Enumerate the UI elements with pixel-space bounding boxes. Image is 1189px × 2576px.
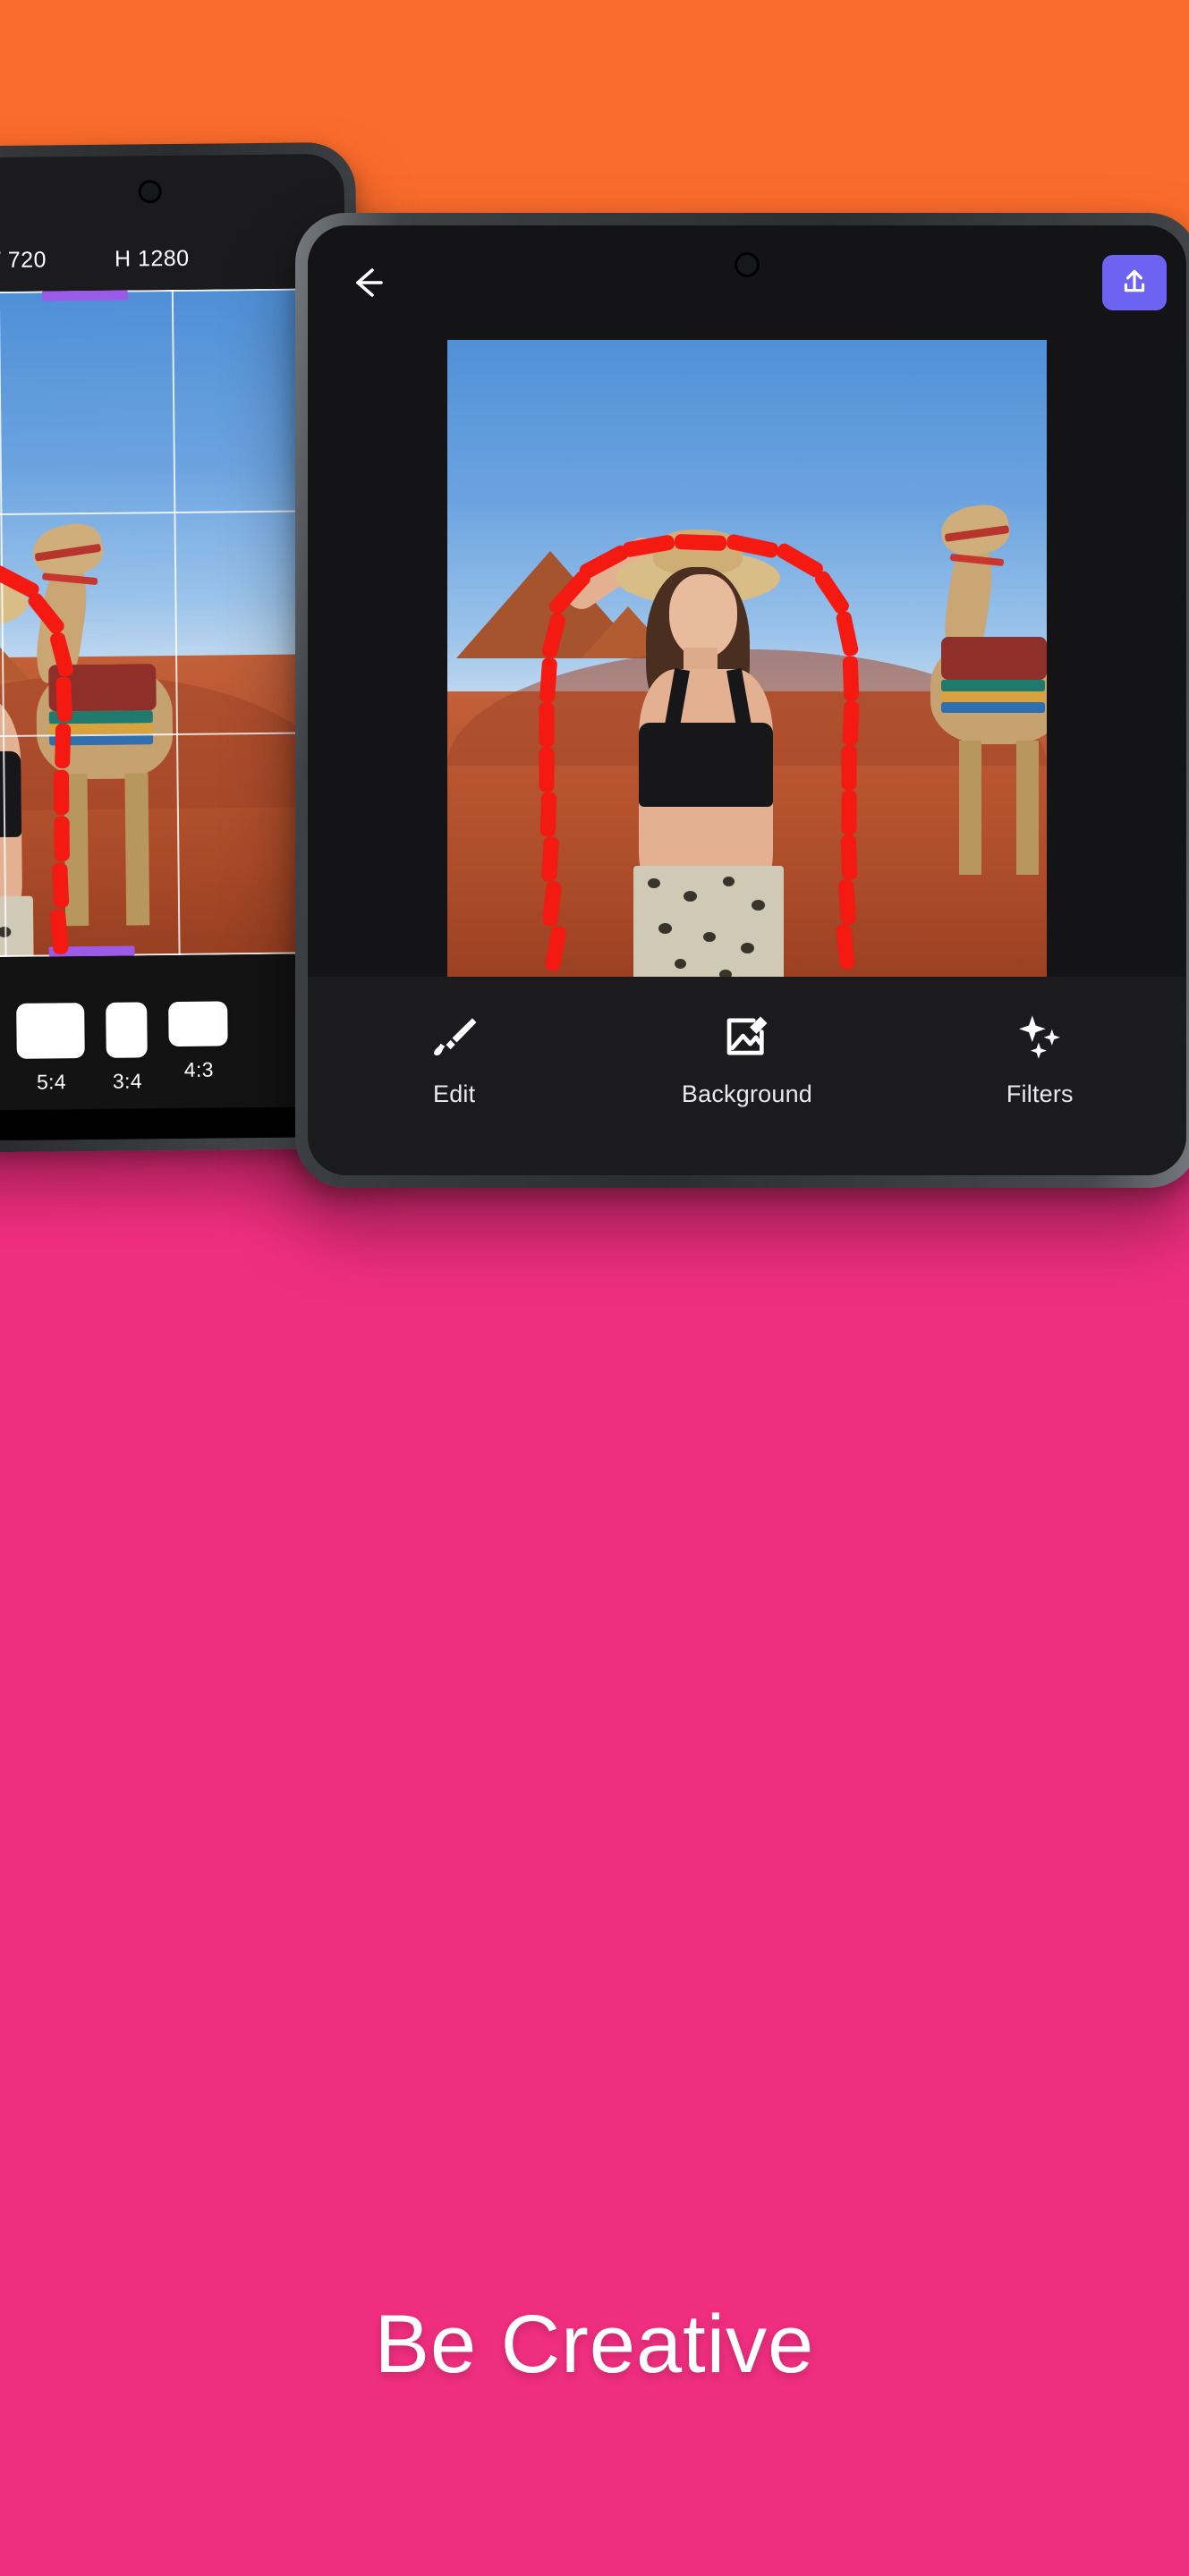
- front-phone-screen: Edit Background Filters: [308, 225, 1186, 1175]
- front-phone-frame: Edit Background Filters: [295, 213, 1189, 1188]
- aspect-ratio-option[interactable]: 5:4: [16, 1002, 86, 1095]
- leopard-spot: [658, 923, 672, 934]
- nav-item-label: Background: [681, 1080, 813, 1107]
- camel-leg-1: [64, 774, 89, 927]
- camel-leg-2: [124, 773, 150, 926]
- front-phone-mockup: Edit Background Filters: [295, 213, 1189, 1188]
- aspect-ratio-label: 3:4: [112, 1068, 142, 1093]
- black-crop-top: [639, 723, 773, 807]
- leopard-spot: [752, 900, 765, 911]
- front-camera-icon: [735, 252, 760, 277]
- rect-icon[interactable]: [168, 1000, 229, 1046]
- editor-topbar: [308, 225, 1186, 340]
- rect-icon[interactable]: [16, 1002, 86, 1059]
- editor-bottom-nav[interactable]: Edit Background Filters: [308, 977, 1186, 1175]
- camel-blanket-1: [48, 710, 153, 724]
- aspect-ratio-strip[interactable]: 1:1Ins 4:5Story5:43:44:3: [0, 988, 229, 1109]
- poster-stage: W 720 H 1280: [0, 0, 1189, 2576]
- rect-icon[interactable]: [106, 1001, 149, 1058]
- crop-dimension-header: W 720 H 1280: [0, 153, 345, 294]
- nav-item-filters[interactable]: Filters: [950, 1009, 1129, 1108]
- aspect-ratio-label: 5:4: [36, 1069, 66, 1094]
- leopard-spot: [675, 959, 686, 969]
- nav-item-label: Edit: [432, 1080, 476, 1107]
- camel-blanket-2: [941, 691, 1045, 702]
- nav-item-edit[interactable]: Edit: [365, 1009, 544, 1108]
- leopard-spot: [684, 891, 697, 902]
- aspect-ratio-option[interactable]: 4:3: [168, 1000, 229, 1082]
- leopard-spot: [723, 877, 735, 886]
- woman-face: [669, 574, 737, 658]
- camel-saddle: [48, 664, 157, 712]
- image-edit-icon: [719, 1009, 775, 1064]
- photo-artwork: [447, 327, 1047, 989]
- arrow-left-icon[interactable]: [345, 261, 388, 304]
- camel-saddle: [941, 637, 1047, 680]
- leopard-spot: [648, 878, 660, 888]
- leopard-skirt: [633, 866, 784, 989]
- brush-icon: [427, 1009, 482, 1064]
- camel-leg-1: [959, 741, 981, 875]
- sparkles-icon: [1012, 1009, 1067, 1064]
- nav-item-background[interactable]: Background: [658, 1009, 837, 1108]
- leopard-spot: [0, 926, 12, 938]
- page-title: Be Creative: [374, 2299, 815, 2390]
- width-value[interactable]: W 720: [0, 247, 47, 274]
- leopard-skirt: [0, 895, 35, 960]
- camel-blanket-1: [941, 680, 1045, 691]
- black-crop-top: [0, 750, 22, 839]
- camel-blanket-3: [941, 702, 1045, 713]
- camel-leg-2: [1016, 741, 1039, 875]
- front-camera-icon: [138, 180, 162, 204]
- nav-item-label: Filters: [1006, 1080, 1074, 1107]
- upload-icon: [1119, 266, 1150, 301]
- aspect-ratio-label: 4:3: [183, 1057, 214, 1081]
- export-button[interactable]: [1102, 255, 1167, 310]
- crop-handle-top[interactable]: [41, 290, 128, 301]
- edited-photo: [447, 327, 1047, 989]
- leopard-spot: [703, 932, 716, 942]
- leopard-spot: [741, 943, 754, 953]
- editor-canvas[interactable]: [308, 327, 1186, 989]
- aspect-ratio-option[interactable]: 3:4: [106, 1001, 149, 1093]
- height-value[interactable]: H 1280: [115, 246, 190, 273]
- camel-blanket-3: [49, 733, 154, 746]
- pyramid-small: [0, 620, 30, 681]
